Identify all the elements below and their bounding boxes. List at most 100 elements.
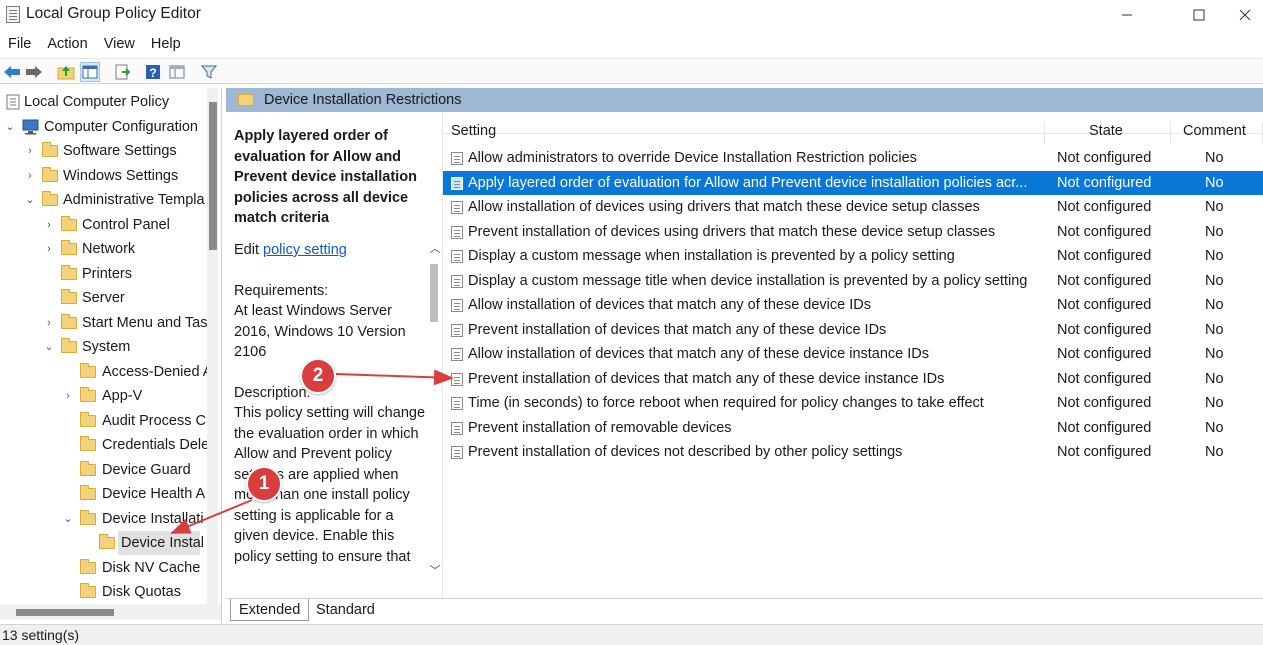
properties-button[interactable] bbox=[167, 62, 187, 82]
folder-icon bbox=[61, 314, 77, 329]
table-row[interactable]: Prevent installation of devices using dr… bbox=[443, 220, 1263, 245]
app-window: Local Group Policy Editor File Action Vi… bbox=[0, 0, 1263, 645]
folder-icon bbox=[61, 289, 77, 304]
chevron-right-icon[interactable]: › bbox=[43, 311, 55, 335]
tree-item-label: Audit Process C bbox=[102, 413, 206, 429]
chevron-down-icon[interactable]: ⌄ bbox=[43, 335, 55, 359]
description-scrollbar[interactable]: ︿ ﹀ bbox=[428, 242, 442, 582]
table-row[interactable]: Prevent installation of devices not desc… bbox=[443, 440, 1263, 465]
column-separator[interactable] bbox=[1170, 122, 1171, 144]
chevron-down-icon[interactable]: ﹀ bbox=[428, 564, 442, 578]
svg-text:?: ? bbox=[149, 66, 156, 80]
policy-setting-icon bbox=[451, 299, 463, 312]
table-row[interactable]: Allow installation of devices using driv… bbox=[443, 195, 1263, 220]
policy-setting-icon bbox=[451, 274, 463, 288]
folder-icon bbox=[80, 436, 96, 451]
setting-name: Prevent installation of removable device… bbox=[468, 419, 732, 436]
table-row[interactable]: Apply layered order of evaluation for Al… bbox=[443, 170, 1263, 195]
policy-setting-icon bbox=[451, 372, 463, 386]
folder-icon bbox=[80, 461, 96, 476]
chevron-right-icon[interactable]: › bbox=[24, 164, 36, 188]
table-row[interactable]: Allow installation of devices that match… bbox=[443, 342, 1263, 367]
setting-name: Allow administrators to override Device … bbox=[468, 150, 917, 166]
tree-item-label: Administrative Templa bbox=[63, 192, 205, 208]
table-row[interactable]: Display a custom message title when devi… bbox=[443, 269, 1263, 294]
export-list-button[interactable] bbox=[112, 62, 132, 82]
table-row[interactable]: Allow installation of devices that match… bbox=[443, 293, 1263, 318]
export-list-icon bbox=[115, 64, 130, 80]
table-row[interactable]: Time (in seconds) to force reboot when r… bbox=[443, 391, 1263, 416]
chevron-down-icon[interactable]: ⌄ bbox=[62, 507, 74, 531]
chevron-down-icon[interactable]: ⌄ bbox=[4, 115, 16, 139]
show-hide-tree-button[interactable] bbox=[80, 62, 100, 82]
table-row[interactable]: Prevent installation of removable device… bbox=[443, 416, 1263, 441]
tree-vertical-scrollbar[interactable] bbox=[207, 88, 218, 608]
console-tree: Local Computer Policy ⌄ Computer Configu… bbox=[0, 88, 222, 624]
scrollbar-thumb[interactable] bbox=[430, 264, 438, 322]
folder-icon bbox=[61, 338, 77, 353]
table-row[interactable]: Prevent installation of devices that mat… bbox=[443, 367, 1263, 392]
chevron-right-icon[interactable]: › bbox=[43, 237, 55, 261]
column-header-comment[interactable]: Comment bbox=[1183, 123, 1246, 139]
chevron-up-icon[interactable]: ︿ bbox=[428, 242, 442, 256]
title-bar: Local Group Policy Editor bbox=[0, 0, 1263, 30]
setting-comment: No bbox=[1205, 419, 1224, 436]
tree-item-label: Network bbox=[82, 241, 136, 257]
folder-icon bbox=[80, 412, 96, 427]
tree-item-label: Access-Denied A bbox=[102, 364, 213, 380]
scrollbar-thumb[interactable] bbox=[16, 609, 114, 616]
setting-state: Not configured bbox=[1057, 223, 1152, 240]
folder-icon bbox=[99, 534, 115, 549]
setting-name: Prevent installation of devices not desc… bbox=[468, 444, 903, 460]
column-separator[interactable] bbox=[1044, 122, 1045, 144]
menu-help[interactable]: Help bbox=[143, 33, 189, 55]
folder-icon bbox=[80, 485, 96, 500]
column-header-state[interactable]: State bbox=[1089, 123, 1123, 139]
setting-state: Not configured bbox=[1057, 444, 1152, 460]
tree-item-label: Server bbox=[82, 290, 125, 306]
chevron-right-icon[interactable]: › bbox=[43, 213, 55, 237]
filter-button[interactable] bbox=[199, 62, 219, 82]
view-tabs: Extended Standard bbox=[226, 598, 1263, 622]
policy-setting-icon bbox=[451, 225, 463, 239]
edit-policy-link[interactable]: policy setting bbox=[263, 242, 347, 258]
tree-horizontal-scrollbar[interactable] bbox=[0, 604, 221, 620]
forward-button[interactable] bbox=[24, 62, 44, 82]
setting-comment: No bbox=[1205, 370, 1224, 387]
menu-action[interactable]: Action bbox=[39, 33, 95, 55]
up-folder-button[interactable] bbox=[56, 62, 76, 82]
table-row[interactable]: Prevent installation of devices that mat… bbox=[443, 318, 1263, 343]
chevron-down-icon[interactable]: ⌄ bbox=[24, 188, 36, 212]
show-hide-tree-icon bbox=[82, 65, 98, 79]
menu-view[interactable]: View bbox=[96, 33, 143, 55]
tree-item-label: Control Panel bbox=[82, 217, 170, 233]
maximize-button[interactable] bbox=[1176, 0, 1222, 30]
setting-state: Not configured bbox=[1057, 272, 1152, 289]
back-icon bbox=[4, 66, 20, 78]
setting-name: Time (in seconds) to force reboot when r… bbox=[468, 395, 984, 411]
help-button[interactable]: ? bbox=[143, 62, 163, 82]
back-button[interactable] bbox=[2, 62, 22, 82]
minimize-icon bbox=[1122, 14, 1132, 16]
policy-document-icon bbox=[6, 94, 20, 110]
tab-extended[interactable]: Extended bbox=[230, 599, 310, 621]
scrollbar-thumb[interactable] bbox=[209, 102, 217, 250]
column-header-setting[interactable]: Setting bbox=[451, 123, 496, 139]
tab-standard[interactable]: Standard bbox=[308, 599, 383, 621]
status-bar: 13 setting(s) bbox=[0, 624, 1263, 645]
close-button[interactable] bbox=[1222, 0, 1263, 30]
policy-setting-icon bbox=[451, 421, 463, 435]
chevron-right-icon[interactable]: › bbox=[24, 139, 36, 163]
folder-icon bbox=[80, 510, 96, 525]
policy-editor-icon bbox=[6, 6, 20, 23]
tree-item-label: Device Installati bbox=[102, 511, 204, 527]
table-row[interactable]: Display a custom message when installati… bbox=[443, 244, 1263, 269]
table-row[interactable]: Allow administrators to override Device … bbox=[443, 146, 1263, 171]
minimize-button[interactable] bbox=[1104, 0, 1150, 30]
chevron-right-icon[interactable]: › bbox=[62, 384, 74, 408]
setting-state: Not configured bbox=[1057, 419, 1152, 436]
setting-state: Not configured bbox=[1057, 321, 1152, 338]
menu-file[interactable]: File bbox=[0, 33, 39, 55]
setting-name: Allow installation of devices using driv… bbox=[468, 199, 980, 215]
folder-icon bbox=[61, 265, 77, 280]
